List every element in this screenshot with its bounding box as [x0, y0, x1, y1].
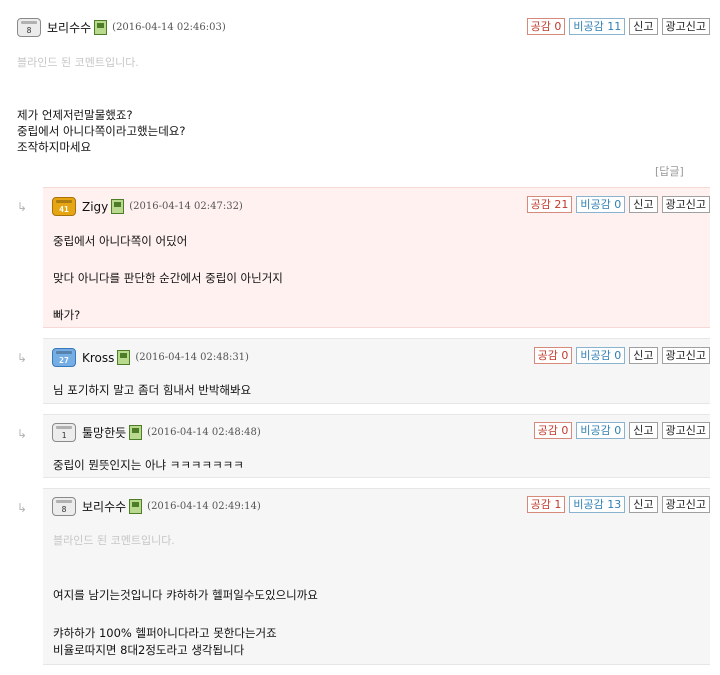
agree-button[interactable]: 공감 1	[526, 496, 566, 513]
comment-header: 8 보리수수 (2016-04-14 02:46:03)	[17, 18, 226, 37]
ad-report-button[interactable]: 광고신고	[661, 347, 710, 364]
comment-actions: 공감 0 비공감 0 신고 광고신고	[533, 422, 710, 439]
comment-date: (2016-04-14 02:47:32)	[129, 201, 243, 212]
comment-line: 여지를 남기는것입니다 캬하하가 헬퍼일수도있으니까요	[53, 588, 318, 602]
nickname[interactable]: 보리수수	[47, 19, 91, 36]
comment-actions: 공감 21 비공감 0 신고 광고신고	[526, 196, 710, 213]
reply-link[interactable]: [답글]	[655, 163, 684, 179]
agree-button[interactable]: 공감 21	[526, 196, 573, 213]
comment-line: 비율로따지면 8대2정도라고 생각됩니다	[53, 643, 245, 657]
comment-line: 중립에서 아니다쪽이라고했는데요?	[17, 124, 186, 138]
nickname[interactable]: 보리수수	[82, 498, 126, 515]
comment-date: (2016-04-14 02:48:31)	[135, 352, 249, 363]
comment-header: 41 Zigy (2016-04-14 02:47:32)	[52, 197, 243, 216]
level-badge-icon: 27	[52, 348, 76, 367]
reply-arrow-icon: ↳	[17, 351, 28, 365]
comment-actions: 공감 1 비공감 13 신고 광고신고	[526, 496, 710, 513]
agree-button[interactable]: 공감 0	[533, 347, 573, 364]
mobile-phone-icon	[117, 350, 131, 365]
comment-line: 맞다 아니다를 판단한 순간에서 중립이 아닌거지	[53, 271, 283, 285]
comment-line: 조작하지마세요	[17, 140, 92, 154]
comment-date: (2016-04-14 02:49:14)	[147, 501, 261, 512]
agree-button[interactable]: 공감 0	[533, 422, 573, 439]
level-badge-icon: 1	[52, 423, 76, 442]
comment-actions: 공감 0 비공감 0 신고 광고신고	[533, 347, 710, 364]
blinded-notice: 블라인드 된 코멘트입니다.	[17, 56, 139, 69]
comment-actions: 공감 0 비공감 11 신고 광고신고	[526, 18, 710, 35]
mobile-phone-icon	[94, 20, 108, 35]
level-badge-icon: 41	[52, 197, 76, 216]
mobile-phone-icon	[111, 199, 125, 214]
report-button[interactable]: 신고	[629, 18, 658, 35]
disagree-button[interactable]: 비공감 13	[569, 496, 626, 513]
report-button[interactable]: 신고	[629, 347, 658, 364]
disagree-button[interactable]: 비공감 0	[576, 347, 626, 364]
nickname[interactable]: Kross	[82, 351, 114, 365]
ad-report-button[interactable]: 광고신고	[661, 196, 710, 213]
nickname[interactable]: Zigy	[82, 200, 108, 214]
comment-line: 님 포기하지 말고 좀더 힘내서 반박해봐요	[53, 383, 252, 397]
ad-report-button[interactable]: 광고신고	[661, 496, 710, 513]
disagree-button[interactable]: 비공감 11	[569, 18, 626, 35]
comment-line: 중립이 뭔뜻인지는 아냐 ㅋㅋㅋㅋㅋㅋㅋ	[53, 458, 244, 472]
reply-arrow-icon: ↳	[17, 200, 28, 214]
comment-header: 1 툴망한듯 (2016-04-14 02:48:48)	[52, 423, 261, 442]
disagree-button[interactable]: 비공감 0	[576, 196, 626, 213]
reply-arrow-icon: ↳	[17, 501, 28, 515]
report-button[interactable]: 신고	[629, 196, 658, 213]
mobile-phone-icon	[129, 425, 143, 440]
comment-line: 중립에서 아니다쪽이 어딨어	[53, 234, 188, 248]
comment-line: 빠가?	[53, 308, 81, 322]
level-badge-icon: 8	[52, 497, 76, 516]
comment-header: 8 보리수수 (2016-04-14 02:49:14)	[52, 497, 261, 516]
agree-button[interactable]: 공감 0	[526, 18, 566, 35]
comment-line: 제가 언제저런말물했죠?	[17, 108, 133, 122]
ad-report-button[interactable]: 광고신고	[661, 18, 710, 35]
comment-date: (2016-04-14 02:48:48)	[147, 427, 261, 438]
ad-report-button[interactable]: 광고신고	[661, 422, 710, 439]
disagree-button[interactable]: 비공감 0	[576, 422, 626, 439]
comment-line: 캬하하가 100% 헬퍼아니다라고 못한다는거죠	[53, 626, 277, 640]
report-button[interactable]: 신고	[629, 496, 658, 513]
nickname[interactable]: 툴망한듯	[82, 424, 126, 441]
report-button[interactable]: 신고	[629, 422, 658, 439]
level-badge-icon: 8	[17, 18, 41, 37]
comment-date: (2016-04-14 02:46:03)	[112, 22, 226, 33]
blinded-notice: 블라인드 된 코멘트입니다.	[53, 534, 175, 547]
mobile-phone-icon	[129, 499, 143, 514]
comment-header: 27 Kross (2016-04-14 02:48:31)	[52, 348, 249, 367]
reply-arrow-icon: ↳	[17, 427, 28, 441]
